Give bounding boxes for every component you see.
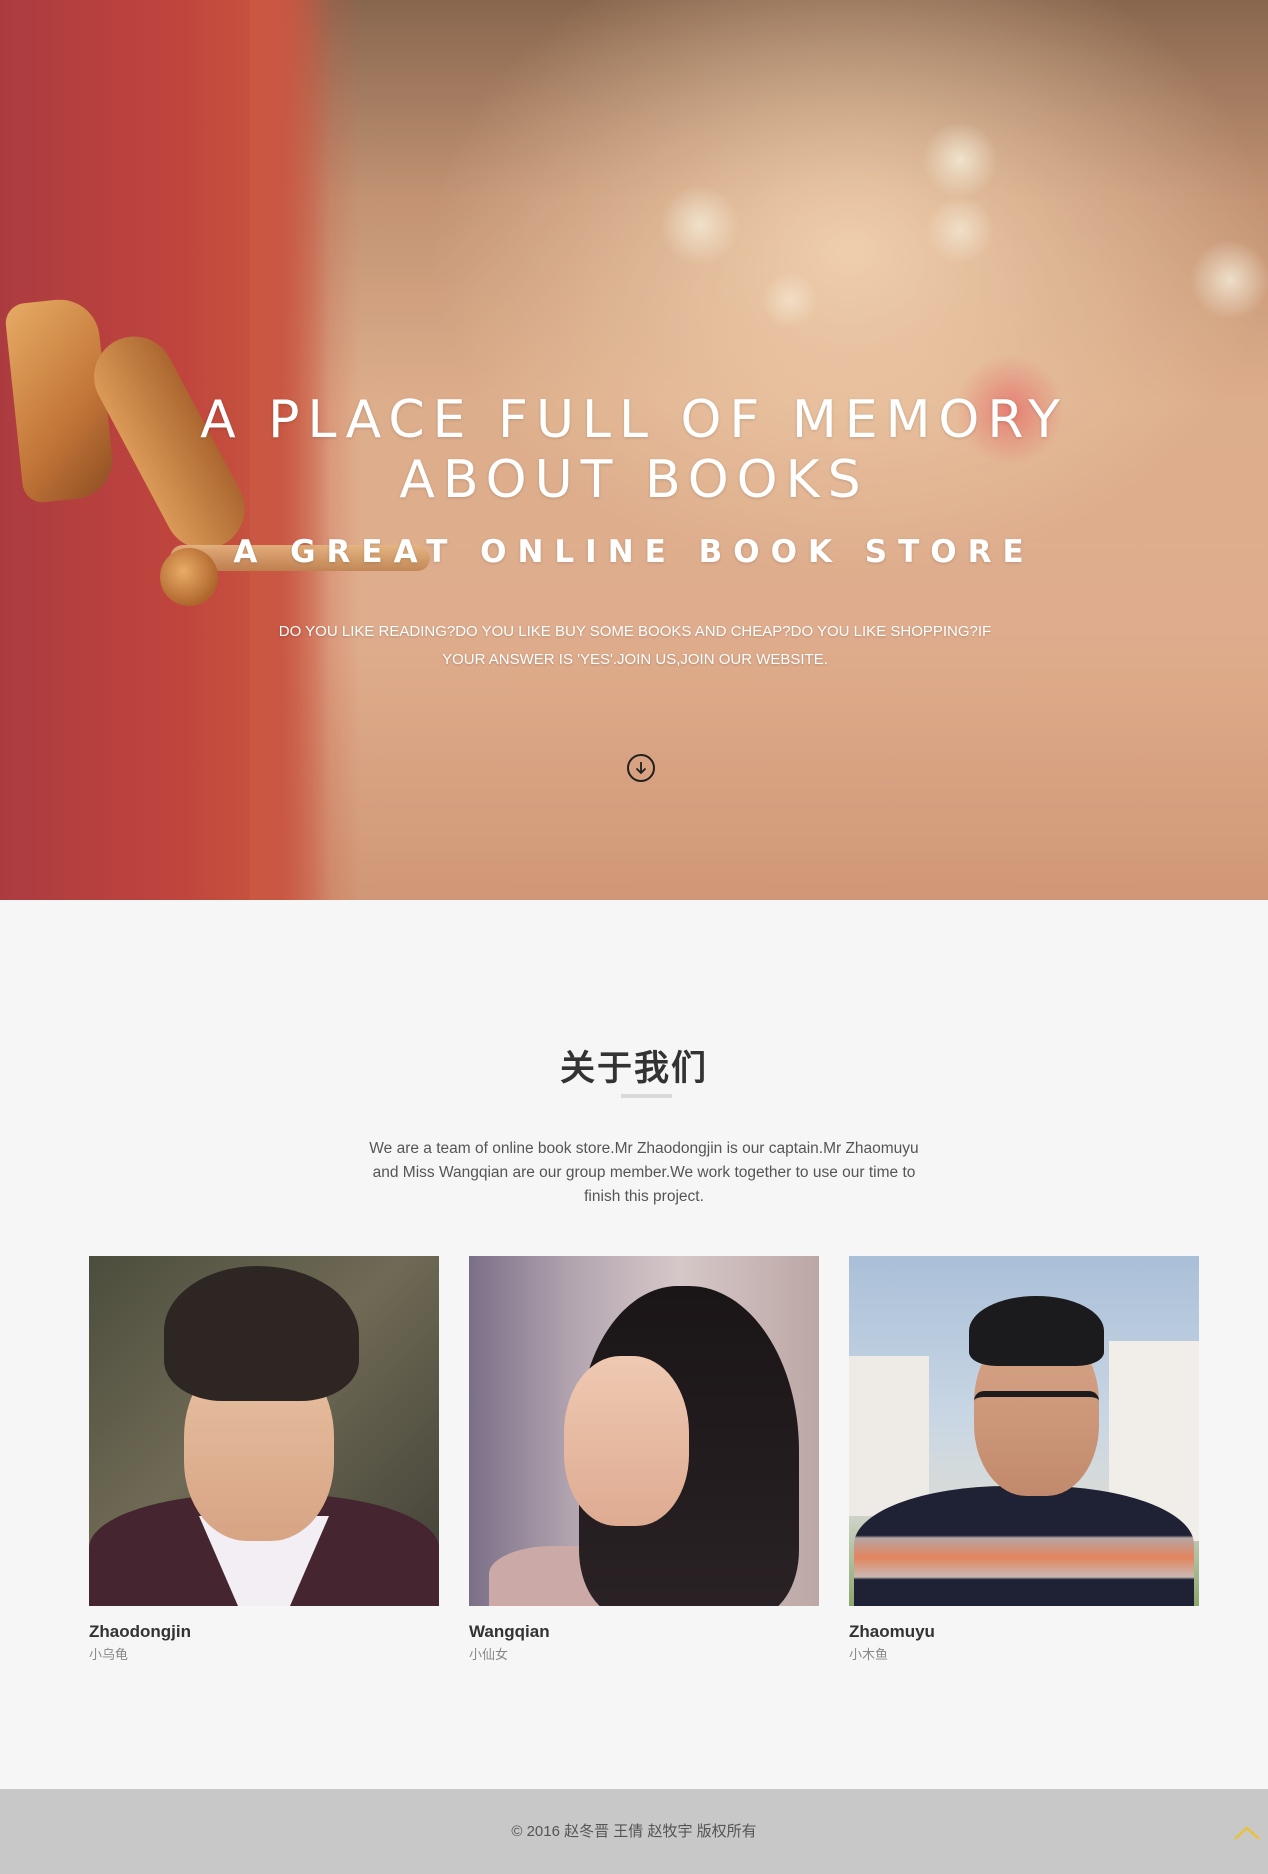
team-member-name: Wangqian <box>469 1622 550 1641</box>
about-description: We are a team of online book store.Mr Zh… <box>354 1137 934 1209</box>
about-description-line-3: finish this project. <box>584 1188 704 1205</box>
scroll-down-button[interactable] <box>627 754 655 782</box>
hero-title: A PLACE FULL OF MEMORY ABOUT BOOKS <box>134 390 1134 510</box>
about-description-line-2: and Miss Wangqian are our group member.W… <box>372 1164 916 1181</box>
back-to-top-button[interactable] <box>1232 1821 1262 1845</box>
team-member-card: Zhaodongjin 小乌龟 <box>89 1256 439 1663</box>
hero-description-line-1: DO YOU LIKE READING?DO YOU LIKE BUY SOME… <box>278 623 992 640</box>
photo-hair <box>969 1296 1104 1366</box>
photo-building-left <box>849 1356 929 1516</box>
team-member-name: Zhaodongjin <box>89 1622 191 1641</box>
about-description-line-1: We are a team of online book store.Mr Zh… <box>369 1140 919 1157</box>
team-member-name: Zhaomuyu <box>849 1622 935 1641</box>
footer-copyright: © 2016 赵冬晋 王倩 赵牧宇 版权所有 <box>511 1823 757 1840</box>
team-member-card: Zhaomuyu 小木鱼 <box>849 1256 1199 1663</box>
photo-body <box>854 1486 1194 1606</box>
about-title-underline <box>621 1094 672 1098</box>
hero-subtitle: A GREAT ONLINE BOOK STORE <box>233 534 1035 570</box>
hero-section: A PLACE FULL OF MEMORY ABOUT BOOKS A GRE… <box>0 0 1268 900</box>
arrow-down-circle-icon <box>635 762 647 775</box>
chevron-up-icon <box>1234 1826 1260 1840</box>
photo-face <box>564 1356 689 1526</box>
team-member-card: Wangqian 小仙女 <box>469 1256 819 1663</box>
team-member-nickname: 小仙女 <box>469 1647 509 1662</box>
photo-glasses <box>974 1391 1099 1427</box>
hero-title-line-1: A PLACE FULL OF MEMORY <box>200 390 1068 450</box>
team-member-photo <box>89 1256 439 1606</box>
team-member-nickname: 小木鱼 <box>849 1647 889 1662</box>
footer: © 2016 赵冬晋 王倩 赵牧宇 版权所有 <box>0 1789 1268 1874</box>
hero-description-line-2: YOUR ANSWER IS 'YES'.JOIN US,JOIN OUR WE… <box>442 651 828 668</box>
photo-hair <box>164 1266 359 1401</box>
team-member-photo <box>469 1256 819 1606</box>
team-member-nickname: 小乌龟 <box>89 1647 129 1662</box>
team-member-photo <box>849 1256 1199 1606</box>
hero-title-line-2: ABOUT BOOKS <box>399 450 869 510</box>
hero-description: DO YOU LIKE READING?DO YOU LIKE BUY SOME… <box>270 618 1000 674</box>
about-title: 关于我们 <box>559 1049 708 1089</box>
